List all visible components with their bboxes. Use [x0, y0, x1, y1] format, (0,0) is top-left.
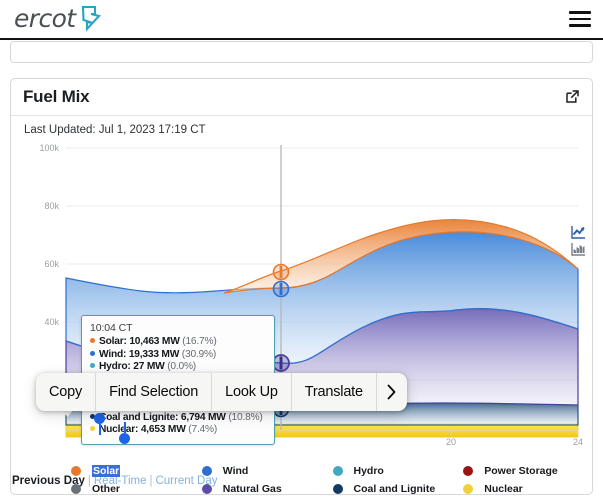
nuclear-color-dot [463, 484, 474, 494]
y-axis-labels: 100k 80k 60k 40k 20k [39, 143, 59, 385]
legend-item-coal-and-lignite[interactable]: Coal and Lignite [332, 480, 464, 498]
hydro-color-dot [90, 363, 95, 369]
legend-label-nuclear: Nuclear [484, 483, 523, 495]
legend-label-power-storage: Power Storage [484, 465, 558, 477]
tooltip-row-solar: Solar: 10,463 MW (16.7%) [90, 336, 267, 349]
last-updated-text: Last Updated: Jul 1, 2023 17:19 CT [24, 124, 206, 136]
card-header: Fuel Mix [11, 79, 592, 116]
legend-label-hydro: Hydro [353, 465, 384, 477]
tooltip-value: 27 MW [133, 361, 165, 373]
tooltip-row-nuclear: Nuclear: 4,653 MW (7.4%) [90, 424, 267, 437]
svg-text:80k: 80k [44, 201, 59, 211]
hamburger-line [569, 24, 591, 27]
line-chart-icon[interactable] [571, 225, 586, 239]
legend-item-other[interactable]: Other [71, 480, 202, 498]
translate-button[interactable]: Translate [292, 373, 377, 411]
legend-item-power-storage[interactable]: Power Storage [463, 462, 594, 480]
svg-text:20: 20 [446, 437, 456, 447]
selection-handle-knob [119, 433, 130, 444]
solar-color-dot [71, 466, 81, 476]
svg-text:40k: 40k [44, 317, 59, 327]
selection-handle-stem [123, 422, 126, 433]
wind-color-dot [90, 350, 95, 356]
logo-wordmark: ercot [14, 4, 76, 33]
tooltip-label: Wind: [99, 348, 127, 360]
tooltip-label: Coal and Lignite: [99, 411, 179, 423]
header-divider [0, 38, 603, 40]
hamburger-line [569, 11, 591, 14]
tooltip-row-hydro: Hydro: 27 MW (0.0%) [90, 361, 267, 374]
legend-label-solar: Solar [92, 465, 121, 477]
tooltip-pct: (30.9%) [181, 348, 217, 360]
tooltip-pct: (10.8%) [228, 411, 263, 423]
tooltip-value: 10,463 MW [129, 336, 180, 347]
page-root: ercot Fuel Mix Last Updated: Jul 1, 2023… [0, 0, 603, 500]
solar-color-dot [90, 338, 95, 343]
selection-handle-end[interactable] [119, 422, 130, 444]
tooltip-row-coal-and-lignite: Coal and Lignite: 6,794 MW (10.8%) [90, 412, 267, 425]
tooltip-label: Hydro: [99, 361, 131, 373]
hamburger-line [569, 17, 591, 21]
selection-handle-stem [98, 424, 101, 435]
text-selection-context-menu[interactable]: Copy Find Selection Look Up Translate [36, 373, 407, 411]
tooltip-pct: (0.0%) [167, 361, 196, 373]
wind-color-dot [201, 466, 212, 476]
hamburger-menu-icon[interactable] [569, 11, 591, 27]
secondary-bar [10, 41, 593, 63]
hydro-color-dot [332, 466, 343, 476]
legend-item-hydro[interactable]: Hydro [332, 462, 464, 480]
selection-handle-start[interactable] [94, 413, 105, 435]
other-color-dot [71, 484, 81, 494]
legend-item-wind[interactable]: Wind [201, 462, 333, 480]
tooltip-label: Solar: [99, 336, 127, 347]
tooltip-time: 10:04 CT [90, 322, 133, 334]
area-chart-icon[interactable] [571, 242, 586, 256]
coal-and-lignite-color-dot [332, 484, 343, 494]
tooltip-value: 19,333 MW [128, 348, 180, 360]
legend-label-coal-and-lignite: Coal and Lignite [353, 483, 436, 495]
texas-lightning-bolt-icon [78, 3, 104, 38]
svg-text:100k: 100k [39, 143, 59, 153]
copy-button[interactable]: Copy [36, 373, 97, 411]
tooltip-pct: (7.4%) [188, 424, 218, 436]
legend-item-nuclear[interactable]: Nuclear [463, 480, 594, 498]
tooltip-row-wind: Wind: 19,333 MW (30.9%) [90, 349, 267, 362]
site-header: ercot [0, 0, 603, 39]
chart-legend: Solar Wind Hydro Power Storage Other Nat… [11, 461, 594, 497]
selection-handle-knob [94, 413, 105, 424]
find-selection-button[interactable]: Find Selection [96, 373, 213, 411]
tooltip-value: 6,794 MW [180, 411, 226, 423]
legend-label-wind: Wind [222, 465, 249, 477]
svg-text:24: 24 [573, 437, 583, 447]
svg-text:60k: 60k [44, 259, 59, 269]
legend-item-solar[interactable]: Solar [71, 462, 202, 480]
chart-type-toggles[interactable] [571, 225, 586, 256]
ercot-logo[interactable]: ercot [14, 5, 104, 38]
legend-item-natural-gas[interactable]: Natural Gas [201, 480, 333, 498]
tooltip-value: 4,653 MW [140, 424, 186, 436]
legend-label-other: Other [92, 483, 121, 495]
chevron-right-icon[interactable] [377, 373, 407, 411]
page-title: Fuel Mix [23, 87, 90, 106]
tooltip-pct: (16.7%) [182, 336, 217, 347]
natural-gas-color-dot [201, 484, 212, 494]
power-storage-color-dot [463, 466, 474, 476]
legend-label-natural-gas: Natural Gas [222, 483, 282, 495]
external-link-icon[interactable] [565, 89, 580, 109]
look-up-button[interactable]: Look Up [212, 373, 292, 411]
